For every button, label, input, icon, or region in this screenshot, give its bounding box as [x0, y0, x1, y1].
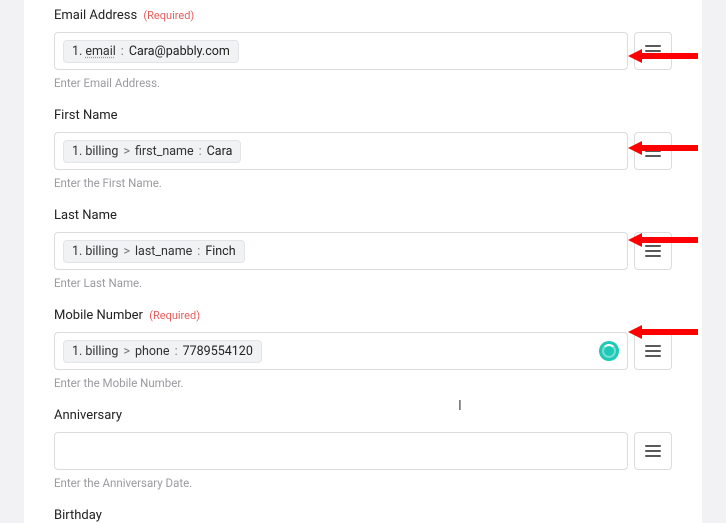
- helper-mobile: Enter the Mobile Number.: [54, 376, 672, 390]
- tag-value: Finch: [205, 244, 235, 259]
- label-first-name: First Name: [54, 108, 672, 123]
- tag-path2: first_name: [135, 144, 194, 159]
- hamburger-icon: [645, 45, 661, 57]
- helper-anniversary: Enter the Anniversary Date.: [54, 476, 672, 490]
- field-email: Email Address (Required) 1. email : Cara…: [54, 0, 672, 90]
- tag-path1: billing: [85, 244, 118, 259]
- tag-last-name[interactable]: 1. billing > last_name : Finch: [63, 240, 245, 263]
- tag-step: 1.: [72, 244, 82, 259]
- label-birthday: Birthday: [54, 508, 672, 523]
- label-last-name: Last Name: [54, 208, 672, 223]
- tag-mobile[interactable]: 1. billing > phone : 7789554120: [63, 340, 262, 363]
- tag-step: 1.: [72, 44, 82, 59]
- tag-sep: :: [121, 44, 124, 59]
- input-last-name[interactable]: 1. billing > last_name : Finch: [54, 232, 628, 270]
- tag-sep: :: [199, 144, 202, 159]
- tag-sep: :: [197, 244, 200, 259]
- map-menu-button-email[interactable]: [634, 32, 672, 70]
- tag-value: 7789554120: [183, 344, 253, 359]
- map-menu-button-first-name[interactable]: [634, 132, 672, 170]
- tag-value: Cara@pabbly.com: [129, 44, 230, 59]
- tag-step: 1.: [72, 144, 82, 159]
- label-anniversary: Anniversary: [54, 408, 672, 423]
- label-email-text: Email Address: [54, 8, 137, 23]
- tag-path1: billing: [85, 344, 118, 359]
- tag-path1: billing: [85, 144, 118, 159]
- field-mobile: Mobile Number (Required) 1. billing > ph…: [54, 308, 672, 390]
- field-birthday: Birthday: [54, 508, 672, 523]
- required-badge: (Required): [149, 309, 200, 322]
- tag-path2: phone: [135, 344, 170, 359]
- map-menu-button-anniversary[interactable]: [634, 432, 672, 470]
- field-last-name: Last Name 1. billing > last_name : Finch…: [54, 208, 672, 290]
- tag-email[interactable]: 1. email : Cara@pabbly.com: [63, 40, 239, 63]
- label-mobile: Mobile Number (Required): [54, 308, 672, 323]
- helper-first-name: Enter the First Name.: [54, 176, 672, 190]
- input-anniversary[interactable]: [54, 432, 628, 470]
- label-mobile-text: Mobile Number: [54, 308, 143, 323]
- hamburger-icon: [645, 145, 661, 157]
- tag-path: email: [85, 44, 115, 59]
- map-menu-button-mobile[interactable]: [634, 332, 672, 370]
- label-email: Email Address (Required): [54, 8, 672, 23]
- input-mobile[interactable]: 1. billing > phone : 7789554120: [54, 332, 628, 370]
- loading-spinner-icon: [599, 341, 619, 361]
- hamburger-icon: [645, 445, 661, 457]
- input-first-name[interactable]: 1. billing > first_name : Cara: [54, 132, 628, 170]
- form-panel: Email Address (Required) 1. email : Cara…: [24, 0, 702, 523]
- field-first-name: First Name 1. billing > first_name : Car…: [54, 108, 672, 190]
- tag-gt: >: [123, 144, 130, 159]
- tag-value: Cara: [207, 144, 233, 159]
- tag-sep: :: [175, 344, 178, 359]
- tag-gt: >: [123, 344, 130, 359]
- hamburger-icon: [645, 345, 661, 357]
- field-anniversary: Anniversary Enter the Anniversary Date.: [54, 408, 672, 490]
- required-badge: (Required): [143, 9, 194, 22]
- input-email[interactable]: 1. email : Cara@pabbly.com: [54, 32, 628, 70]
- tag-first-name[interactable]: 1. billing > first_name : Cara: [63, 140, 241, 163]
- tag-step: 1.: [72, 344, 82, 359]
- hamburger-icon: [645, 245, 661, 257]
- tag-gt: >: [123, 244, 130, 259]
- tag-path2: last_name: [135, 244, 192, 259]
- helper-last-name: Enter Last Name.: [54, 276, 672, 290]
- helper-email: Enter Email Address.: [54, 76, 672, 90]
- map-menu-button-last-name[interactable]: [634, 232, 672, 270]
